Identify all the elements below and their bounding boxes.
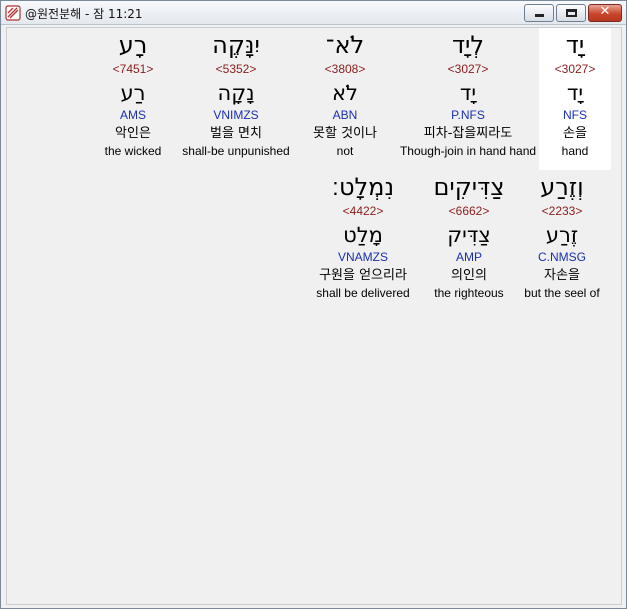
analysis-panel: יָד <3027> יָד NFS 손을 hand לְיָד <3027> … <box>6 27 622 605</box>
hebrew-word: וְזֶרַע <box>540 173 584 201</box>
morphology-code: AMP <box>455 250 482 264</box>
word-cell[interactable]: וְזֶרַע <2233> זֶרַע C.NMSG 자손을 but the … <box>515 170 609 302</box>
korean-gloss: 자손을 <box>544 268 580 283</box>
hebrew-lemma: יָד <box>459 81 477 105</box>
word-cell[interactable]: צַדִּיקִים <6662> צַדִּיק AMP 의인의 the ri… <box>419 170 519 302</box>
strong-number[interactable]: <2233> <box>515 202 609 220</box>
english-gloss: not <box>336 144 354 158</box>
word-cell[interactable]: נִמְלָט׃ <4422> מָלַט VNAMZS 구원을 얻으리라 sh… <box>303 170 423 302</box>
title-bar[interactable]: @원전분해 - 잠 11:21 ✕ <box>1 1 626 25</box>
morphology-code: ABN <box>332 108 358 122</box>
word-cell[interactable]: יִנָּקֶה <5352> נָקָה VNIMZS 벌을 면치 shall… <box>175 28 297 160</box>
morphology-code: P.NFS <box>451 108 485 122</box>
strong-number[interactable]: <7451> <box>95 60 171 78</box>
close-button[interactable]: ✕ <box>588 4 622 22</box>
morphology-code: VNIMZS <box>213 108 259 122</box>
strong-number[interactable]: <3808> <box>295 60 395 78</box>
hebrew-word: יִנָּקֶה <box>212 31 260 59</box>
english-gloss: hand <box>561 144 589 158</box>
minimize-icon <box>535 14 544 17</box>
hebrew-lemma: מָלַט <box>343 223 383 247</box>
word-cell[interactable]: לְיָד <3027> יָד P.NFS 피차-잡을찌라도 Though-j… <box>393 28 543 160</box>
strong-number[interactable]: <3027> <box>539 60 611 78</box>
korean-gloss: 손을 <box>563 126 587 141</box>
strong-number[interactable]: <3027> <box>393 60 543 78</box>
hebrew-lemma: יָד <box>566 81 584 105</box>
korean-gloss: 의인의 <box>451 268 487 283</box>
korean-gloss: 구원을 얻으리라 <box>319 268 407 283</box>
hebrew-word: רָע <box>118 31 148 59</box>
close-icon: ✕ <box>599 4 611 19</box>
korean-gloss: 악인은 <box>115 126 151 141</box>
app-icon <box>5 5 21 21</box>
korean-gloss: 피차-잡을찌라도 <box>423 126 513 141</box>
hebrew-lemma: צַדִּיק <box>447 223 491 247</box>
minimize-button[interactable] <box>524 4 554 22</box>
hebrew-word: צַדִּיקִים <box>433 173 505 201</box>
korean-gloss: 못할 것이나 <box>313 126 377 141</box>
english-gloss: the righteous <box>434 286 504 300</box>
word-cell[interactable]: יָד <3027> יָד NFS 손을 hand <box>539 28 611 170</box>
app-window: @원전분해 - 잠 11:21 ✕ יָד <3027> יָד NFS 손을 … <box>0 0 627 609</box>
window-title: @원전분해 - 잠 11:21 <box>25 7 143 21</box>
hebrew-word: לְיָד <box>451 31 485 59</box>
hebrew-word: לֹא־ <box>325 31 365 59</box>
strong-number[interactable]: <6662> <box>419 202 519 220</box>
morphology-code: AMS <box>119 108 146 122</box>
word-cell[interactable]: רָע <7451> רַע AMS 악인은 the wicked <box>95 28 171 160</box>
hebrew-lemma: רַע <box>120 81 146 105</box>
hebrew-word: יָד <box>565 31 585 59</box>
english-gloss: Though-join in hand hand <box>399 144 537 158</box>
morphology-code: C.NMSG <box>538 250 586 264</box>
maximize-icon <box>566 9 577 17</box>
english-gloss: shall-be unpunished <box>182 144 290 158</box>
morphology-code: NFS <box>563 108 587 122</box>
english-gloss: shall be delivered <box>316 286 410 300</box>
hebrew-word: נִמְלָט׃ <box>331 173 395 201</box>
english-gloss: but the seel of <box>524 286 600 300</box>
strong-number[interactable]: <4422> <box>303 202 423 220</box>
korean-gloss: 벌을 면치 <box>210 126 262 141</box>
english-gloss: the wicked <box>104 144 162 158</box>
morphology-code: VNAMZS <box>337 250 388 264</box>
maximize-button[interactable] <box>556 4 586 22</box>
hebrew-lemma: לֹא <box>332 81 358 105</box>
hebrew-lemma: נָקָה <box>217 81 255 105</box>
hebrew-lemma: זֶרַע <box>545 223 579 247</box>
strong-number[interactable]: <5352> <box>175 60 297 78</box>
word-cell[interactable]: לֹא־ <3808> לֹא ABN 못할 것이나 not <box>295 28 395 160</box>
